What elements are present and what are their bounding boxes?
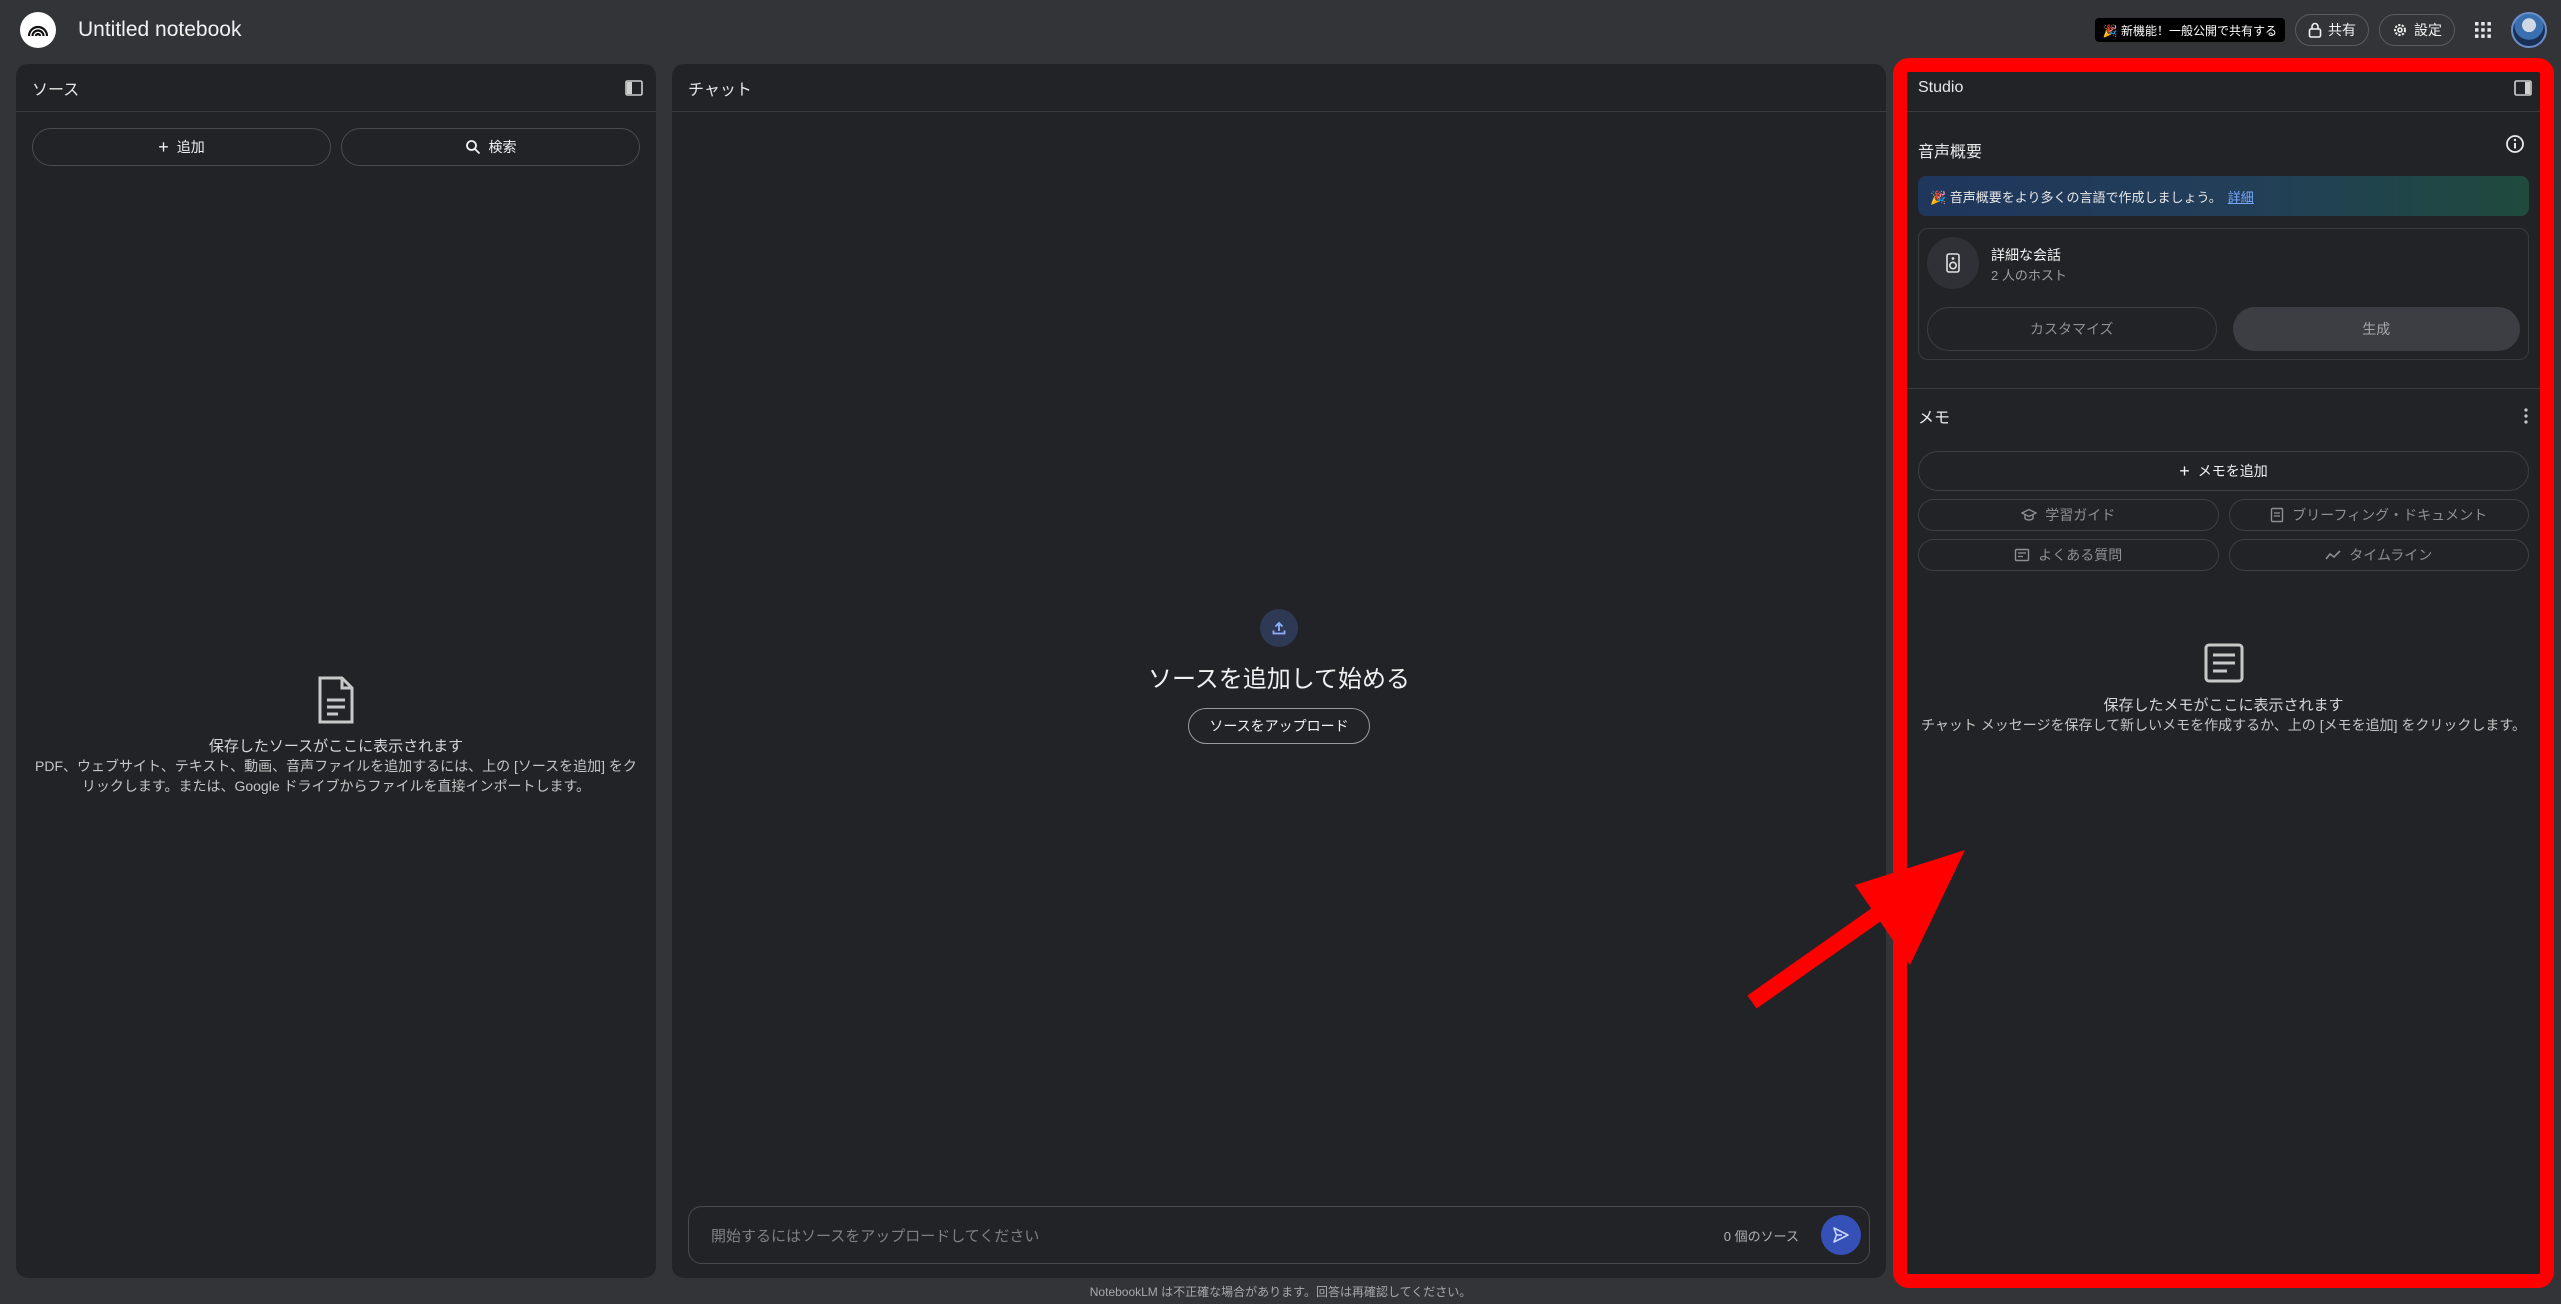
audio-card-subtitle: 2 人のホスト (1991, 268, 2067, 283)
document-icon (318, 676, 354, 724)
top-actions: 🎉 新機能！一般公開で共有する 共有 設定 (2094, 12, 2547, 48)
faq-label: よくある質問 (2038, 547, 2123, 563)
audio-card-actions: カスタマイズ 生成 (1927, 307, 2520, 351)
search-source-button[interactable]: 検索 (341, 128, 640, 166)
apps-grid-icon[interactable] (2465, 12, 2501, 48)
study-guide-button[interactable]: 学習ガイド (1918, 499, 2219, 531)
memo-templates: 学習ガイド ブリーフィング・ドキュメント よくある質問 タイムライン (1918, 499, 2529, 571)
studio-divider (1902, 388, 2545, 389)
disclaimer-footer: NotebookLM は不正確な場合があります。回答は再確認してください。 (1089, 1285, 1472, 1299)
audio-overview-section: 音声概要 🎉 音声概要をより多くの言語で作成しましょう。 詳細 詳細な会話 2 … (1918, 112, 2529, 360)
info-icon[interactable] (2505, 134, 2525, 154)
sources-empty-state: 保存したソースがここに表示されます PDF、ウェブサイト、テキスト、動画、音声フ… (16, 676, 656, 796)
generate-button[interactable]: 生成 (2232, 307, 2520, 351)
collapse-panel-icon[interactable] (2513, 78, 2533, 98)
more-vert-icon[interactable] (2523, 407, 2529, 425)
sources-title: ソース (32, 81, 80, 99)
upload-source-button[interactable]: ソースをアップロード (1188, 708, 1370, 744)
plus-icon: + (2179, 460, 2190, 481)
search-source-label: 検索 (488, 139, 517, 155)
chat-panel: チャット ソースを追加して始める ソースをアップロード 開始するにはソースをアッ… (672, 64, 1886, 1278)
timeline-label: タイムライン (2349, 547, 2433, 563)
share-label: 共有 (2328, 22, 2356, 38)
chat-input-box[interactable]: 開始するにはソースをアップロードしてください 0 個のソース (688, 1206, 1870, 1264)
sources-empty-title: 保存したソースがここに表示されます (208, 738, 464, 755)
memo-header: メモ (1918, 401, 2529, 431)
banner-details-link[interactable]: 詳細 (2228, 187, 2254, 206)
sources-panel: ソース + 追加 検索 保存したソースがここに表示されます PDF、ウェブサイト… (16, 64, 656, 1278)
notebook-title[interactable]: Untitled notebook (78, 18, 241, 42)
add-source-label: 追加 (176, 139, 205, 155)
study-guide-label: 学習ガイド (2045, 507, 2116, 523)
briefing-doc-label: ブリーフィング・ドキュメント (2292, 507, 2488, 523)
memo-empty-state: 保存したメモがここに表示されます チャット メッセージを保存して新しいメモを作成… (1918, 641, 2529, 735)
chat-heading: ソースを追加して始める (1147, 666, 1411, 693)
add-memo-label: メモを追加 (2197, 463, 2268, 479)
promo-badge[interactable]: 🎉 新機能！一般公開で共有する (2094, 18, 2285, 42)
add-source-button[interactable]: + 追加 (32, 128, 331, 166)
faq-icon (2015, 548, 2030, 562)
graduation-cap-icon (2021, 508, 2038, 521)
share-button[interactable]: 共有 (2295, 14, 2369, 46)
studio-header: Studio (1902, 64, 2545, 112)
speaker-icon (1927, 237, 1979, 289)
notebooklm-logo-icon[interactable] (20, 12, 56, 48)
avatar[interactable] (2511, 12, 2547, 48)
source-count: 0 個のソース (1723, 1228, 1799, 1244)
audio-overview-title: 音声概要 (1918, 144, 1983, 161)
customize-button[interactable]: カスタマイズ (1927, 307, 2217, 351)
chat-empty-state: ソースを追加して始める ソースをアップロード (672, 609, 1886, 744)
studio-panel: Studio 音声概要 🎉 音声概要をより多くの言語で作成しましょう。 詳細 詳… (1902, 64, 2545, 1278)
studio-title: Studio (1918, 78, 1964, 96)
gear-icon (2394, 24, 2406, 36)
memo-title: メモ (1918, 410, 1951, 427)
send-button[interactable] (1821, 1215, 1861, 1255)
chat-header: チャット (672, 64, 1886, 112)
audio-languages-banner: 🎉 音声概要をより多くの言語で作成しましょう。 詳細 (1918, 176, 2529, 216)
settings-button[interactable]: 設定 (2379, 14, 2455, 46)
faq-button[interactable]: よくある質問 (1918, 539, 2219, 571)
sources-header: ソース (16, 64, 656, 112)
audio-overview-card: 詳細な会話 2 人のホスト カスタマイズ 生成 (1918, 228, 2529, 360)
collapse-panel-icon[interactable] (624, 78, 644, 98)
banner-text: 🎉 音声概要をより多くの言語で作成しましょう。 (1930, 189, 2222, 205)
source-actions: + 追加 検索 (32, 128, 640, 166)
memo-empty-description: チャット メッセージを保存して新しいメモを作成するか、上の [メモを追加] をク… (1921, 717, 2526, 733)
briefing-doc-button[interactable]: ブリーフィング・ドキュメント (2228, 499, 2529, 531)
audio-card-title: 詳細な会話 (1991, 247, 2061, 263)
notes-icon (2204, 643, 2243, 683)
sources-empty-description: PDF、ウェブサイト、テキスト、動画、音声ファイルを追加するには、上の [ソース… (35, 758, 637, 794)
add-memo-button[interactable]: + メモを追加 (1918, 451, 2529, 491)
upload-icon (1260, 609, 1298, 647)
document-icon (2271, 507, 2284, 523)
timeline-icon (2325, 550, 2341, 560)
chat-input-placeholder[interactable]: 開始するにはソースをアップロードしてください (711, 1225, 1724, 1246)
plus-icon: + (158, 136, 169, 157)
timeline-button[interactable]: タイムライン (2228, 539, 2529, 571)
search-sparkle-icon (465, 140, 480, 155)
memo-empty-title: 保存したメモがここに表示されます (2103, 697, 2344, 714)
studio-body: 音声概要 🎉 音声概要をより多くの言語で作成しましょう。 詳細 詳細な会話 2 … (1902, 112, 2545, 735)
top-bar: Untitled notebook 🎉 新機能！一般公開で共有する 共有 設定 (0, 0, 2561, 60)
send-icon (1833, 1227, 1849, 1243)
lock-icon (2308, 22, 2322, 38)
settings-label: 設定 (2414, 22, 2442, 38)
chat-title: チャット (688, 81, 752, 99)
